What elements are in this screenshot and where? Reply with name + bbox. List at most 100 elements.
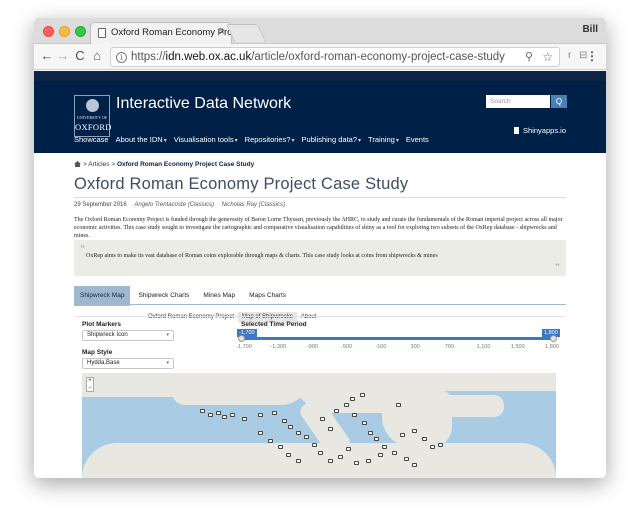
search-input[interactable]: Search [486, 95, 550, 108]
shipwreck-marker[interactable] [268, 439, 273, 443]
address-bar[interactable]: i https://idn.web.ox.ac.uk/article/oxfor… [110, 47, 560, 67]
browser-tab[interactable]: Oxford Roman Economy Proje × [90, 22, 232, 44]
slider-max-handle[interactable] [550, 335, 557, 342]
shipwreck-marker[interactable] [286, 453, 291, 457]
shipwreck-marker[interactable] [320, 417, 325, 421]
shipwreck-marker[interactable] [352, 413, 357, 417]
nav-item-repositories[interactable]: Repositories?▾ [245, 135, 295, 144]
tab-mines-map[interactable]: Mines Map [197, 286, 241, 306]
nav-item-showcase[interactable]: Showcase [74, 135, 109, 144]
oxford-logo[interactable]: UNIVERSITY OF OXFORD [74, 95, 111, 137]
tab-shipwreck-charts[interactable]: Shipwreck Charts [132, 286, 195, 306]
site-title[interactable]: Interactive Data Network [116, 95, 291, 113]
app-tabs: Shipwreck Map Shipwreck Charts Mines Map Ma… [74, 284, 294, 306]
slider-min-handle[interactable] [238, 335, 245, 342]
zoom-out-button[interactable]: − [87, 385, 93, 392]
shipwreck-marker[interactable] [374, 437, 379, 441]
site-info-icon[interactable]: i [116, 52, 127, 63]
shipwreck-marker[interactable] [258, 413, 263, 417]
shipwreck-marker[interactable] [304, 435, 309, 439]
shipwreck-map[interactable]: + − [82, 373, 556, 478]
map-style-select[interactable]: Hydda.Base ▾ [82, 358, 174, 369]
shipwreck-marker[interactable] [208, 413, 213, 417]
shipwreck-marker[interactable] [296, 459, 301, 463]
author-2[interactable]: Nicholas Ray (Classics) [222, 202, 285, 208]
nav-item-publishing-data[interactable]: Publishing data?▾ [302, 135, 361, 144]
search-button[interactable]: Q [551, 95, 567, 108]
shipwreck-marker[interactable] [222, 415, 227, 419]
shipwreck-marker[interactable] [200, 409, 205, 413]
shipwreck-marker[interactable] [282, 419, 287, 423]
shipwreck-marker[interactable] [344, 403, 349, 407]
shipwreck-marker[interactable] [272, 411, 277, 415]
quote-open-icon: ❝ [80, 243, 85, 253]
zoom-in-button[interactable]: + [87, 378, 93, 385]
shipwreck-marker[interactable] [312, 443, 317, 447]
shipwreck-marker[interactable] [412, 429, 417, 433]
map-zoom-control[interactable]: + − [86, 377, 94, 392]
breadcrumb: > Articles > Oxford Roman Economy Projec… [74, 161, 254, 168]
reload-icon[interactable]: C [73, 48, 87, 64]
shipwreck-marker[interactable] [360, 393, 365, 397]
shipwreck-marker[interactable] [334, 409, 339, 413]
home-crumb-icon[interactable] [74, 161, 81, 167]
forward-arrow-icon[interactable]: → [56, 48, 70, 64]
nav-item-visualisation-tools[interactable]: Visualisation tools▾ [174, 135, 238, 144]
shipwreck-marker[interactable] [328, 459, 333, 463]
shipwreck-marker[interactable] [412, 463, 417, 467]
shipwreck-marker[interactable] [392, 451, 397, 455]
minimize-window-button[interactable] [59, 26, 70, 37]
author-1[interactable]: Angelo Trentacoste (Classics) [134, 202, 214, 208]
tab-close-icon[interactable]: × [219, 27, 225, 38]
shipwreck-marker[interactable] [216, 411, 221, 415]
shipwreck-marker[interactable] [404, 457, 409, 461]
article-meta: 29 September 2016 Angelo Trentacoste (Cl… [74, 202, 285, 208]
shipwreck-marker[interactable] [288, 425, 293, 429]
shipwreck-marker[interactable] [400, 433, 405, 437]
shipwreck-marker[interactable] [350, 397, 355, 401]
nav-item-events[interactable]: Events [406, 135, 429, 144]
shipwreck-marker[interactable] [242, 417, 247, 421]
browser-menu-icon[interactable]: ⋮ [586, 49, 598, 63]
nav-item-training[interactable]: Training▾ [368, 135, 399, 144]
shipwreck-marker[interactable] [346, 447, 351, 451]
zoom-icon[interactable]: ⚲ [525, 48, 533, 66]
shipwreck-marker[interactable] [230, 413, 235, 417]
shipwreck-marker[interactable] [278, 445, 283, 449]
tab-maps-charts[interactable]: Maps Charts [243, 286, 292, 306]
shipwreck-marker[interactable] [328, 427, 333, 431]
time-slider-track[interactable] [241, 337, 555, 340]
shipwreck-marker[interactable] [430, 445, 435, 449]
home-icon[interactable]: ⌂ [90, 48, 104, 64]
subtab-project[interactable]: Oxford Roman Economy Project [144, 312, 238, 323]
time-tick-label: 700 [444, 344, 454, 350]
shipwreck-marker[interactable] [368, 431, 373, 435]
chevron-down-icon: ▾ [395, 138, 399, 144]
shipwreck-marker[interactable] [378, 453, 383, 457]
shipwreck-marker[interactable] [318, 451, 323, 455]
shipwreck-marker[interactable] [396, 403, 401, 407]
shipwreck-marker[interactable] [438, 443, 443, 447]
close-window-button[interactable] [43, 26, 54, 37]
shipwreck-marker[interactable] [296, 431, 301, 435]
breadcrumb-separator[interactable]: > Articles > [83, 161, 115, 168]
nav-item-label: Training [368, 135, 395, 144]
shipwreck-marker[interactable] [354, 461, 359, 465]
shipwreck-marker[interactable] [258, 431, 263, 435]
shinyapps-link[interactable]: Shinyapps.io [514, 126, 566, 135]
tab-shipwreck-map[interactable]: Shipwreck Map [74, 286, 131, 306]
time-tick-label: -1,300 [270, 344, 287, 350]
plot-markers-select[interactable]: Shipwreck Icon ▾ [82, 330, 174, 341]
extension-r-icon[interactable]: r [568, 50, 571, 61]
bookmark-star-icon[interactable]: ☆ [542, 48, 553, 66]
shipwreck-marker[interactable] [382, 445, 387, 449]
shipwreck-marker[interactable] [338, 455, 343, 459]
nav-item-about-the-idn[interactable]: About the IDN▾ [116, 135, 167, 144]
chevron-down-icon: ▾ [291, 138, 295, 144]
back-arrow-icon[interactable]: ← [40, 48, 54, 64]
profile-name[interactable]: Bill [582, 24, 598, 35]
shipwreck-marker[interactable] [362, 421, 367, 425]
shipwreck-marker[interactable] [422, 437, 427, 441]
shipwreck-marker[interactable] [366, 459, 371, 463]
maximize-window-button[interactable] [75, 26, 86, 37]
